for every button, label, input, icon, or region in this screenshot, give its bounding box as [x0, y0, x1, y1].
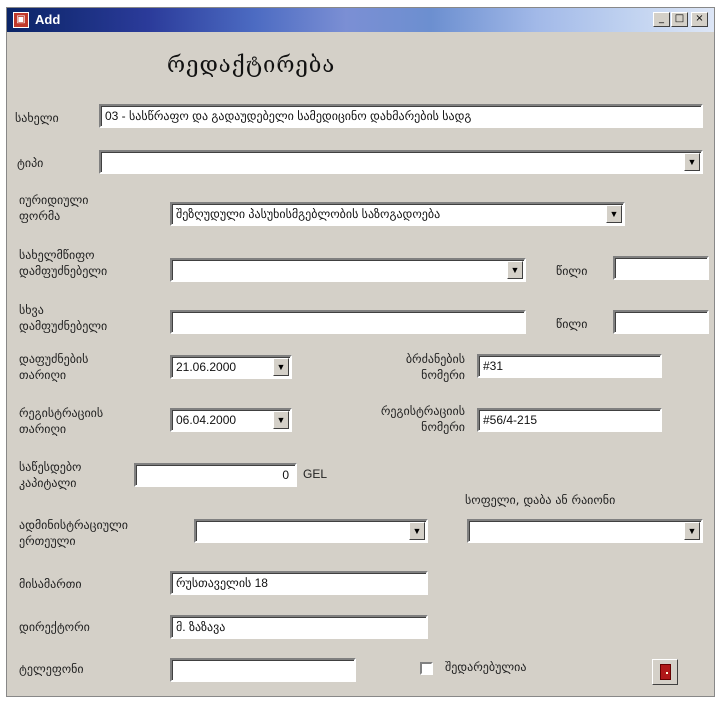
add-window: ▣ Add _ □ × რედაქტირება სახელი 03 - სასწ…: [6, 7, 715, 697]
director-label: დირექტორი: [19, 620, 90, 634]
chevron-down-icon[interactable]: ▼: [684, 153, 700, 171]
other-founder-label-line1: სხვა: [19, 303, 44, 317]
address-input[interactable]: რუსთაველის 18: [170, 571, 428, 595]
legal-form-select[interactable]: შეზღუდული პასუხისმგებლობის საზოგადოება ▼: [170, 202, 625, 226]
capital-input[interactable]: 0: [134, 463, 297, 487]
currency-label: GEL: [303, 467, 328, 481]
type-select[interactable]: ▼: [99, 150, 703, 174]
minimize-button[interactable]: _: [653, 12, 670, 27]
legal-form-select-value: შეზღუდული პასუხისმგებლობის საზოგადოება: [176, 207, 441, 221]
founding-date-value: 21.06.2000: [176, 360, 237, 374]
app-icon: ▣: [13, 12, 29, 28]
gov-share-input[interactable]: [613, 256, 709, 280]
founding-date-label-line1: დაფუძნების: [19, 352, 89, 366]
address-label: მისამართი: [19, 577, 82, 591]
village-label: სოფელი, დაბა ან რაიონი: [465, 493, 616, 507]
verified-checkbox[interactable]: [420, 662, 433, 675]
order-no-label-line1: ბრძანების: [405, 352, 465, 366]
exit-button[interactable]: [652, 659, 678, 685]
chevron-down-icon[interactable]: ▼: [273, 411, 289, 429]
window-title: Add: [35, 12, 61, 27]
phone-input[interactable]: [170, 658, 356, 682]
other-share-input[interactable]: [613, 310, 709, 334]
form-heading: რედაქტირება: [167, 53, 336, 78]
name-input[interactable]: 03 - სასწრაფო და გადაუდებელი სამედიცინო …: [99, 104, 703, 128]
share-label-2: წილი: [556, 317, 588, 331]
capital-label-line1: საწესდებო: [19, 460, 82, 474]
door-exit-icon: [660, 664, 671, 680]
maximize-button[interactable]: □: [671, 12, 688, 27]
chevron-down-icon[interactable]: ▼: [273, 358, 289, 376]
capital-label-line2: კაპიტალი: [19, 476, 77, 490]
reg-no-label-line1: რეგისტრაციის: [380, 404, 465, 418]
reg-date-label-line2: თარიღი: [19, 422, 67, 436]
title-bar[interactable]: ▣ Add _ □ ×: [7, 8, 714, 32]
chevron-down-icon[interactable]: ▼: [684, 522, 700, 540]
order-no-label-line2: ნომერი: [421, 368, 465, 382]
founding-date-label-line2: თარიღი: [19, 368, 67, 382]
share-label-1: წილი: [556, 264, 588, 278]
other-founder-input[interactable]: [170, 310, 526, 334]
close-button[interactable]: ×: [691, 12, 708, 27]
gov-founder-select[interactable]: ▼: [170, 258, 526, 282]
legal-form-label-line1: იურიდიული: [19, 193, 89, 207]
order-no-input[interactable]: #31: [477, 354, 662, 378]
village-select[interactable]: ▼: [467, 519, 703, 543]
name-label: სახელი: [15, 111, 59, 125]
chevron-down-icon[interactable]: ▼: [409, 522, 425, 540]
chevron-down-icon[interactable]: ▼: [507, 261, 523, 279]
reg-date-value: 06.04.2000: [176, 413, 237, 427]
gov-founder-label-line1: სახელმწიფო: [19, 248, 95, 262]
other-founder-label-line2: დამფუძნებელი: [19, 319, 108, 333]
legal-form-label-line2: ფორმა: [19, 209, 61, 223]
phone-label: ტელეფონი: [19, 662, 84, 676]
chevron-down-icon[interactable]: ▼: [606, 205, 622, 223]
gov-founder-label-line2: დამფუძნებელი: [19, 264, 108, 278]
type-label: ტიპი: [17, 156, 44, 170]
admin-unit-label-line2: ერთეული: [19, 534, 76, 548]
founding-date-picker[interactable]: 21.06.2000 ▼: [170, 355, 292, 379]
director-input[interactable]: მ. ზაზავა: [170, 615, 428, 639]
reg-date-label-line1: რეგისტრაციის: [19, 406, 104, 420]
reg-no-input[interactable]: #56/4-215: [477, 408, 662, 432]
admin-unit-select[interactable]: ▼: [194, 519, 428, 543]
reg-date-picker[interactable]: 06.04.2000 ▼: [170, 408, 292, 432]
reg-no-label-line2: ნომერი: [421, 420, 465, 434]
admin-unit-label-line1: ადმინისტრაციული: [19, 518, 128, 532]
verified-label: შედარებულია: [445, 660, 527, 674]
